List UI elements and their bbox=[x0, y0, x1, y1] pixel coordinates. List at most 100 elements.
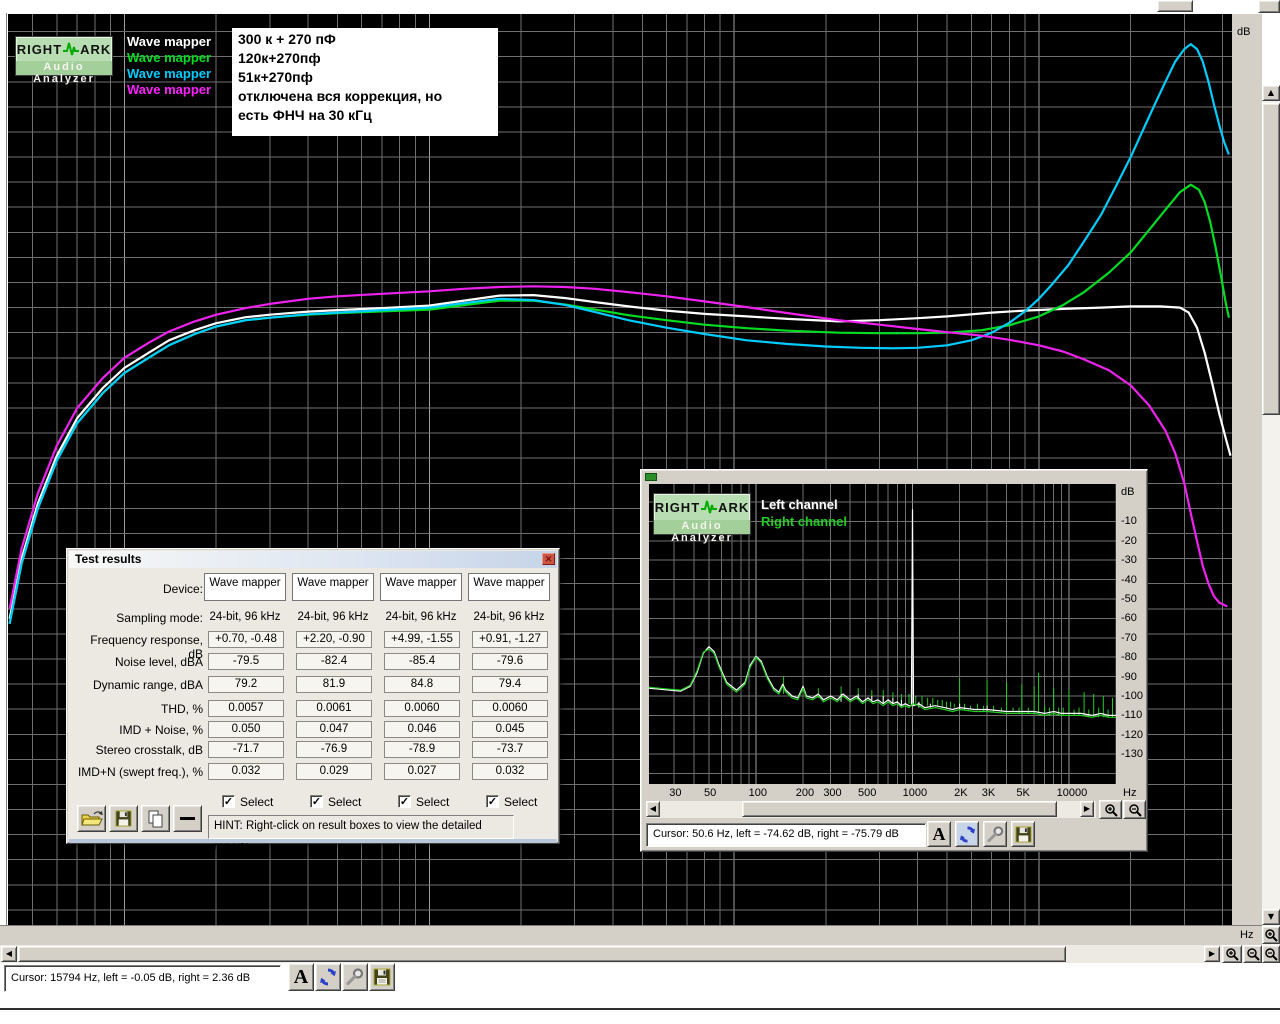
spectrum-zoom-out-button[interactable] bbox=[1123, 800, 1146, 819]
device-select[interactable]: Wave mapper bbox=[292, 573, 374, 601]
close-icon: ✕ bbox=[545, 554, 553, 565]
window-left-border bbox=[6, 13, 7, 945]
x-tick-label: 1000 bbox=[903, 787, 927, 799]
result-value[interactable]: -76.9 bbox=[296, 741, 372, 758]
result-value[interactable]: +0.70, -0.48 bbox=[208, 631, 284, 648]
result-value[interactable]: -79.5 bbox=[208, 653, 284, 670]
main-h-scrollbar[interactable]: ◀ ▶ bbox=[0, 945, 1262, 963]
spectrum-h-scrollbar[interactable]: ◀ ▶ bbox=[646, 801, 1096, 818]
result-value[interactable]: 0.050 bbox=[208, 721, 284, 738]
font-button[interactable]: A bbox=[927, 821, 951, 847]
result-value[interactable]: -79.6 bbox=[472, 653, 548, 670]
save-button[interactable] bbox=[369, 963, 395, 991]
refresh-button[interactable] bbox=[315, 963, 341, 991]
result-value[interactable]: 0.027 bbox=[384, 763, 460, 780]
rmaa-logo: RIGHT ARK Audio Analyzer bbox=[15, 36, 113, 76]
select-checkbox[interactable]: ✓ bbox=[222, 795, 235, 808]
waveform-icon bbox=[700, 498, 718, 516]
options-button[interactable] bbox=[342, 963, 368, 991]
save-report-button[interactable] bbox=[109, 805, 138, 832]
logo-subtitle: Audio Analyzer bbox=[16, 61, 112, 75]
open-report-button[interactable] bbox=[77, 805, 106, 832]
main-v-scroll-thumb[interactable] bbox=[1262, 103, 1280, 415]
window-fragment-top bbox=[1157, 0, 1193, 12]
h-zoom-out-button[interactable] bbox=[1243, 945, 1262, 963]
h-zoom-in-button[interactable] bbox=[1222, 945, 1242, 963]
select-checkbox[interactable]: ✓ bbox=[398, 795, 411, 808]
select-checkbox-label: Select bbox=[416, 795, 449, 809]
result-row-label: THD, % bbox=[73, 702, 203, 716]
result-value[interactable]: 81.9 bbox=[296, 676, 372, 693]
series-right-channel bbox=[649, 649, 1116, 717]
device-select[interactable]: Wave mapper bbox=[468, 573, 550, 601]
result-row-label: Stereo crosstalk, dB bbox=[73, 743, 203, 757]
result-value[interactable]: 84.8 bbox=[384, 676, 460, 693]
logo-text-ark: ARK bbox=[718, 500, 749, 515]
spectrum-h-scroll-thumb[interactable] bbox=[742, 801, 1057, 817]
device-select[interactable]: Wave mapper bbox=[204, 573, 286, 601]
device-select[interactable]: Wave mapper bbox=[380, 573, 462, 601]
result-row-label: Noise level, dBA bbox=[73, 655, 203, 669]
refresh-button[interactable] bbox=[955, 821, 979, 847]
collapse-button[interactable] bbox=[173, 805, 202, 832]
result-value[interactable]: 0.046 bbox=[384, 721, 460, 738]
close-button[interactable]: ✕ bbox=[542, 553, 555, 565]
result-value[interactable]: -82.4 bbox=[296, 653, 372, 670]
main-y-axis: dB +10+9+8+7+6+5+4+3+2+1+0-1-2-3-4-5-6-7… bbox=[1232, 14, 1262, 925]
result-value[interactable]: +0.91, -1.27 bbox=[472, 631, 548, 648]
v-zoom-in-button[interactable] bbox=[1262, 926, 1280, 944]
select-checkbox[interactable]: ✓ bbox=[310, 795, 323, 808]
magnifier-minus-icon bbox=[1264, 947, 1278, 961]
logo-text-ark: ARK bbox=[80, 42, 111, 57]
result-value[interactable]: 0.047 bbox=[296, 721, 372, 738]
dialog-title-bar[interactable]: Test results bbox=[69, 551, 557, 568]
magnifier-minus-icon bbox=[1128, 803, 1142, 817]
options-button[interactable] bbox=[983, 821, 1007, 847]
x-tick-label: 200 bbox=[796, 787, 814, 799]
result-value[interactable]: 0.0060 bbox=[472, 700, 548, 717]
logo-text-right: RIGHT bbox=[655, 500, 700, 515]
spectrum-window-icon bbox=[645, 473, 657, 481]
main-h-scroll-thumb[interactable] bbox=[18, 946, 1066, 962]
y-tick-label: -80 bbox=[1121, 651, 1137, 663]
result-value: 24-bit, 96 kHz bbox=[292, 611, 374, 623]
font-button[interactable]: A bbox=[288, 963, 314, 991]
y-tick-label: -110 bbox=[1121, 709, 1142, 721]
result-value[interactable]: 0.0057 bbox=[208, 700, 284, 717]
curve-legend: Wave mapperWave mapperWave mapperWave ma… bbox=[127, 34, 211, 98]
result-value[interactable]: 0.0060 bbox=[384, 700, 460, 717]
legend-item: Wave mapper bbox=[127, 34, 211, 50]
result-value[interactable]: 0.0061 bbox=[296, 700, 372, 717]
scroll-right-button[interactable]: ▶ bbox=[1080, 801, 1094, 817]
result-value[interactable]: +2.20, -0.90 bbox=[296, 631, 372, 648]
main-v-scrollbar[interactable]: ▲ ▼ bbox=[1262, 85, 1280, 963]
result-value[interactable]: -73.7 bbox=[472, 741, 548, 758]
magnifier-plus-icon bbox=[1264, 928, 1278, 942]
result-value[interactable]: 79.4 bbox=[472, 676, 548, 693]
select-checkbox[interactable]: ✓ bbox=[486, 795, 499, 808]
result-value[interactable]: 0.032 bbox=[472, 763, 548, 780]
test-results-dialog[interactable]: Test results ✕ Device: Wave mapperWave m… bbox=[66, 548, 560, 844]
result-value[interactable]: 0.032 bbox=[208, 763, 284, 780]
scroll-right-button[interactable]: ▶ bbox=[1204, 946, 1220, 962]
result-value[interactable]: -78.9 bbox=[384, 741, 460, 758]
scroll-down-button[interactable]: ▼ bbox=[1262, 909, 1280, 925]
rmaa-frequency-response-window: { "logo": { "line1_left": "RIGHT", "line… bbox=[0, 0, 1280, 1024]
result-value[interactable]: -71.7 bbox=[208, 741, 284, 758]
spectrum-zoom-in-button[interactable] bbox=[1099, 800, 1122, 819]
scroll-up-button[interactable]: ▲ bbox=[1262, 85, 1280, 101]
copy-report-button[interactable] bbox=[141, 805, 170, 832]
annotation-line: 51к+270пф bbox=[238, 68, 492, 87]
save-button[interactable] bbox=[1011, 821, 1035, 847]
scroll-left-button[interactable]: ◀ bbox=[1, 946, 17, 962]
spectrum-window[interactable]: RIGHT ARK Audio Analyzer Left channel Ri… bbox=[640, 469, 1148, 852]
result-value[interactable]: 79.2 bbox=[208, 676, 284, 693]
result-value[interactable]: 0.029 bbox=[296, 763, 372, 780]
y-tick-label: -100 bbox=[1121, 690, 1143, 702]
result-value[interactable]: -85.4 bbox=[384, 653, 460, 670]
dialog-bottom-edge bbox=[69, 839, 557, 843]
result-value[interactable]: 0.045 bbox=[472, 721, 548, 738]
v-zoom-out-button[interactable] bbox=[1262, 945, 1280, 963]
scroll-left-button[interactable]: ◀ bbox=[646, 801, 660, 817]
result-value[interactable]: +4.99, -1.55 bbox=[384, 631, 460, 648]
